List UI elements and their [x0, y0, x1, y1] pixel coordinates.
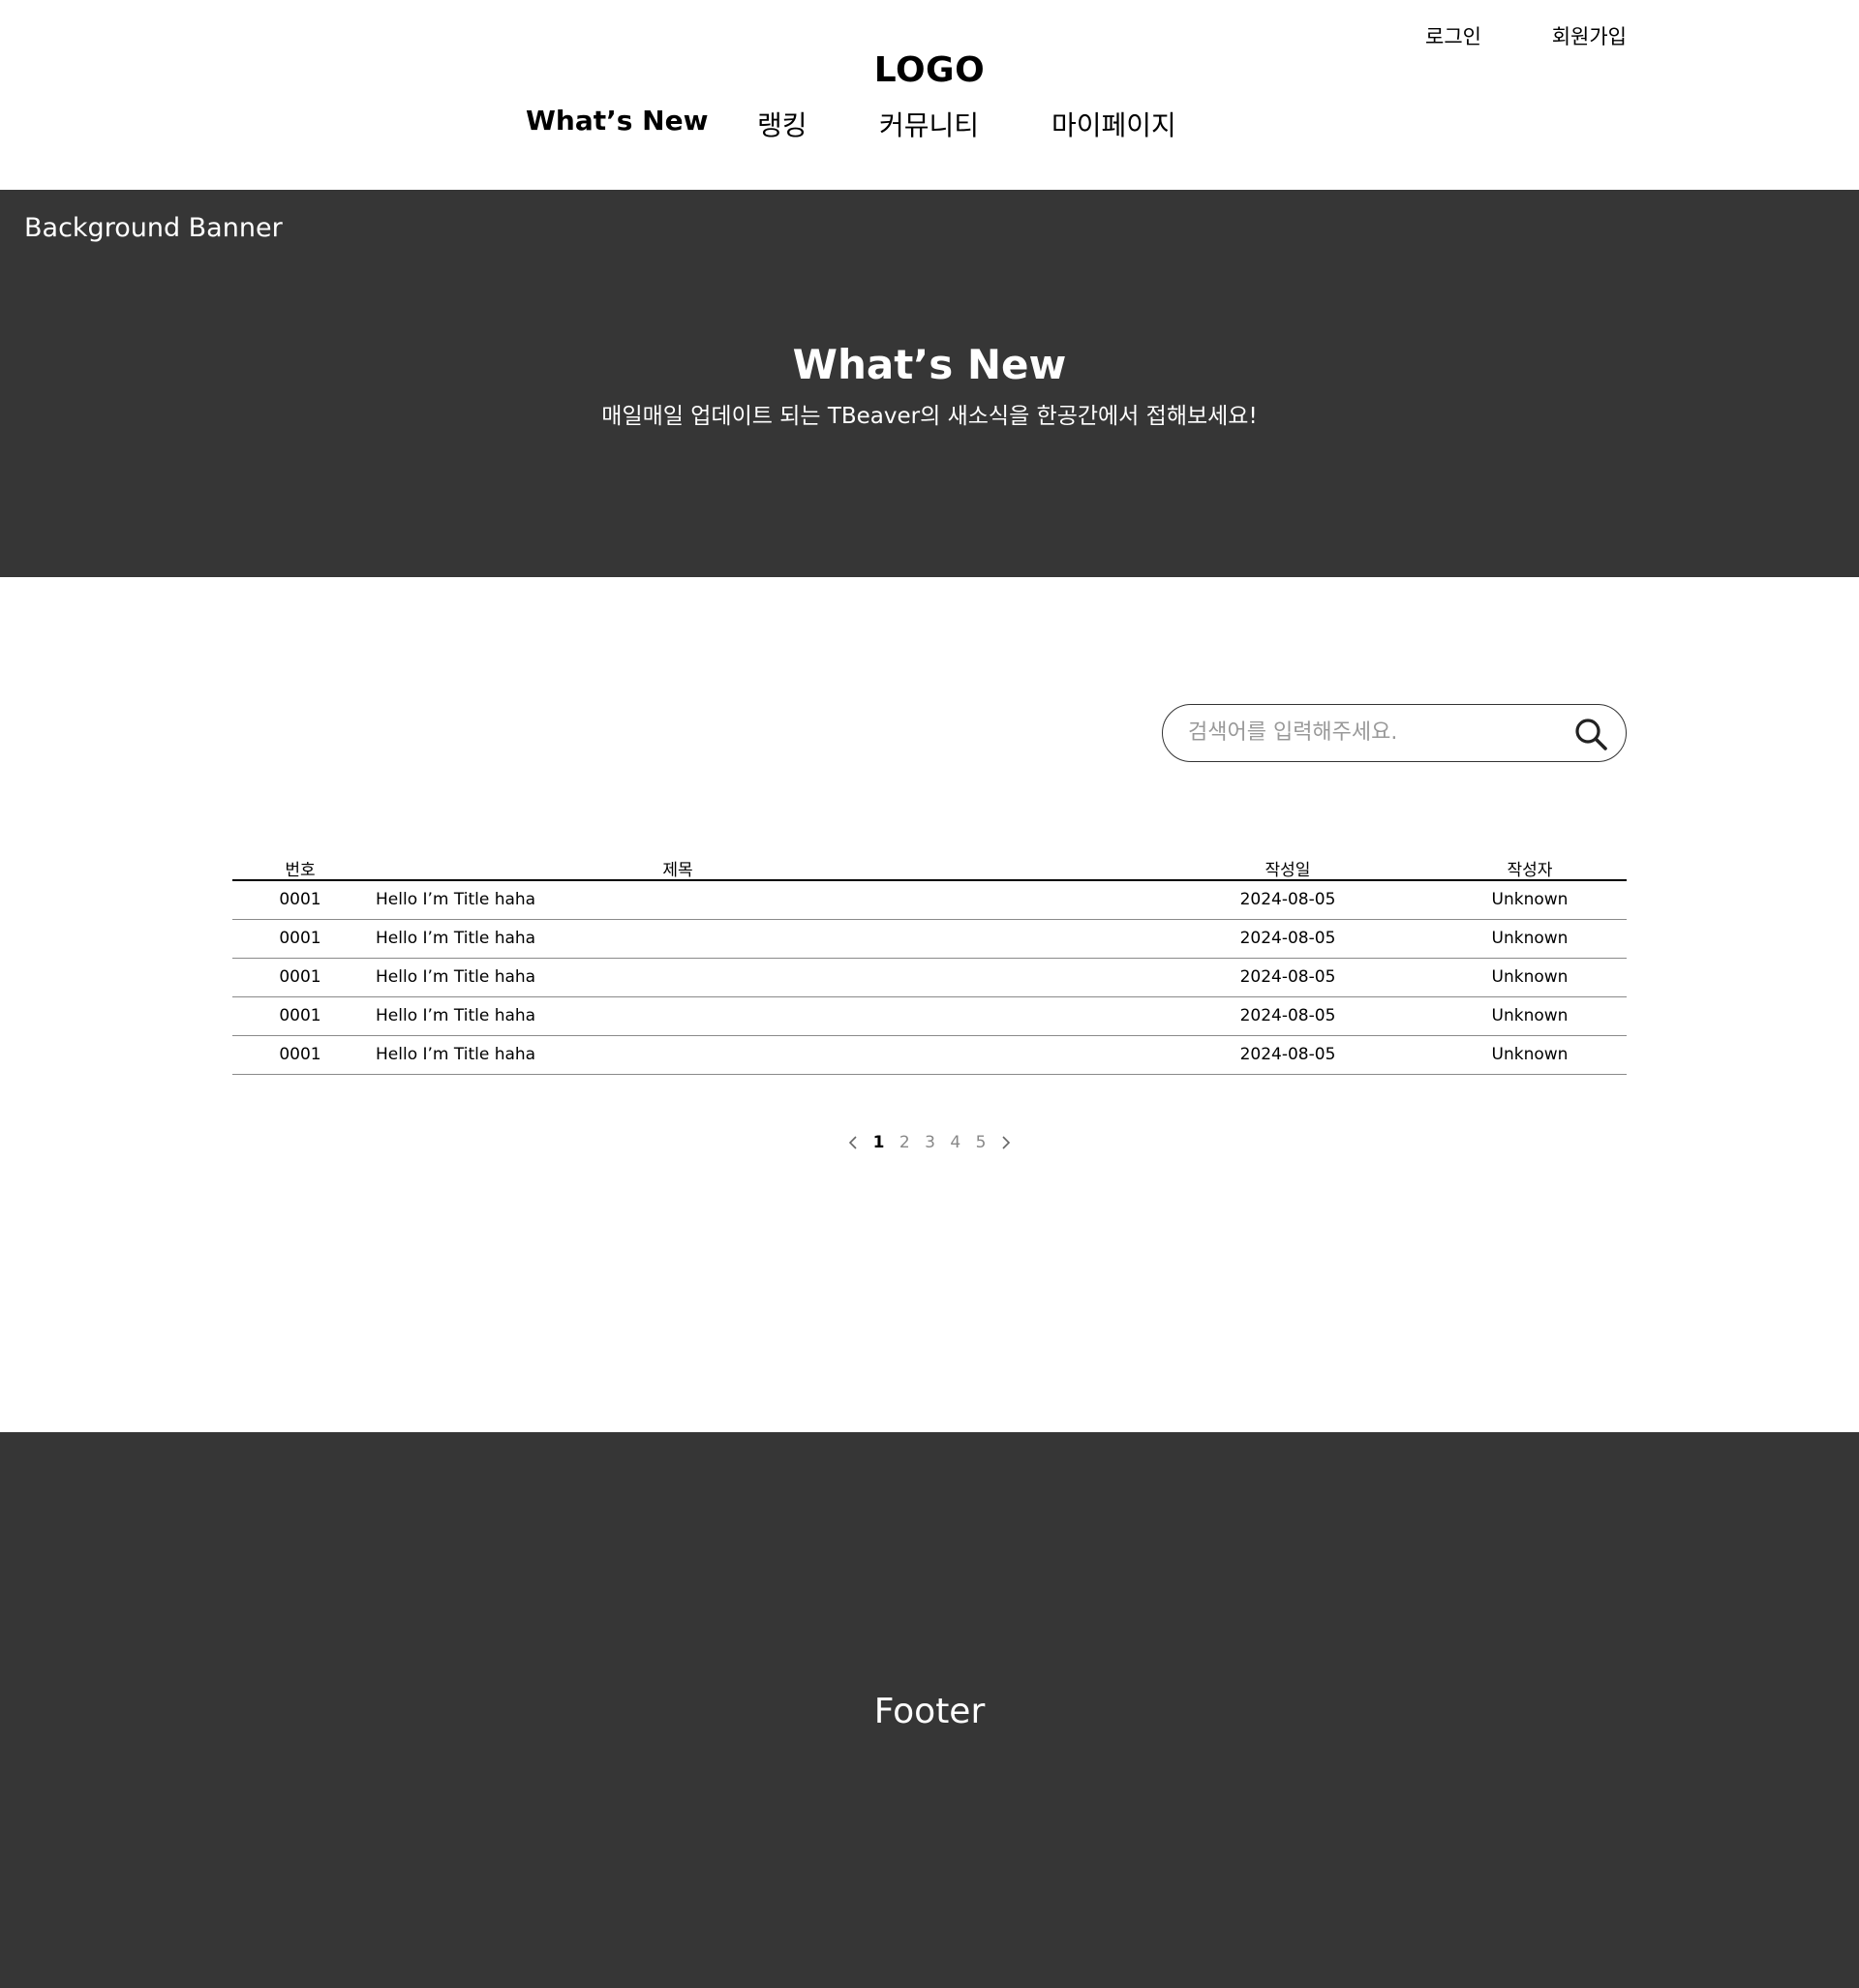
page-link-5[interactable]: 5 [976, 1133, 987, 1152]
row-date: 2024-08-05 [1239, 890, 1336, 909]
row-author: Unknown [1491, 967, 1569, 987]
table-row[interactable]: 0001 Hello I’m Title haha 2024-08-05 Unk… [232, 881, 1627, 920]
row-title[interactable]: Hello I’m Title haha [376, 1045, 535, 1064]
nav-item-ranking[interactable]: 랭킹 [757, 105, 808, 143]
row-author: Unknown [1491, 929, 1569, 948]
banner: Background Banner What’s New 매일매일 업데이트 되… [0, 190, 1859, 577]
banner-label: Background Banner [24, 213, 283, 243]
row-date: 2024-08-05 [1239, 929, 1336, 948]
row-title[interactable]: Hello I’m Title haha [376, 890, 535, 909]
row-author: Unknown [1491, 890, 1569, 909]
row-no: 0001 [279, 890, 321, 909]
row-title[interactable]: Hello I’m Title haha [376, 967, 535, 987]
row-no: 0001 [279, 1045, 321, 1064]
table-row[interactable]: 0001 Hello I’m Title haha 2024-08-05 Unk… [232, 959, 1627, 997]
row-author: Unknown [1491, 1006, 1569, 1025]
row-date: 2024-08-05 [1239, 967, 1336, 987]
next-page-icon[interactable] [1001, 1135, 1011, 1150]
board-table: 번호 제목 작성일 작성자 0001 Hello I’m Title haha … [232, 856, 1627, 1075]
banner-subtitle: 매일매일 업데이트 되는 TBeaver의 새소식을 한공간에서 접해보세요! [601, 404, 1258, 429]
row-no: 0001 [279, 967, 321, 987]
row-author: Unknown [1491, 1045, 1569, 1064]
banner-title: What’s New [792, 341, 1067, 388]
prev-page-icon[interactable] [848, 1135, 858, 1150]
site-footer: Footer [0, 1432, 1859, 1988]
login-link[interactable]: 로그인 [1425, 21, 1481, 50]
search-input[interactable] [1186, 705, 1554, 760]
signup-link[interactable]: 회원가입 [1552, 21, 1627, 50]
column-header-no: 번호 [285, 861, 316, 880]
row-no: 0001 [279, 929, 321, 948]
column-header-date: 작성일 [1265, 861, 1311, 880]
main-nav: What’s New 랭킹 커뮤니티 마이페이지 [0, 105, 1859, 143]
page-link-2[interactable]: 2 [899, 1133, 910, 1152]
page-link-4[interactable]: 4 [950, 1133, 960, 1152]
main-content: 번호 제목 작성일 작성자 0001 Hello I’m Title haha … [0, 577, 1859, 1432]
nav-item-community[interactable]: 커뮤니티 [879, 105, 979, 143]
table-row[interactable]: 0001 Hello I’m Title haha 2024-08-05 Unk… [232, 920, 1627, 959]
column-header-author: 작성자 [1507, 861, 1553, 880]
nav-item-whats-new[interactable]: What’s New [526, 105, 708, 137]
auth-links: 로그인 회원가입 [1423, 21, 1627, 50]
logo[interactable]: LOGO [0, 50, 1859, 90]
site-header: 로그인 회원가입 LOGO What’s New 랭킹 커뮤니티 마이페이지 [0, 0, 1859, 190]
row-title[interactable]: Hello I’m Title haha [376, 929, 535, 948]
row-title[interactable]: Hello I’m Title haha [376, 1006, 535, 1025]
table-row[interactable]: 0001 Hello I’m Title haha 2024-08-05 Unk… [232, 997, 1627, 1036]
row-date: 2024-08-05 [1239, 1045, 1336, 1064]
table-row[interactable]: 0001 Hello I’m Title haha 2024-08-05 Unk… [232, 1036, 1627, 1075]
nav-item-mypage[interactable]: 마이페이지 [1051, 105, 1176, 143]
row-date: 2024-08-05 [1239, 1006, 1336, 1025]
page-link-1[interactable]: 1 [873, 1133, 885, 1152]
search-icon[interactable] [1573, 717, 1608, 751]
footer-label: Footer [873, 1692, 986, 1731]
pagination: 1 2 3 4 5 [0, 1133, 1859, 1152]
column-header-title: 제목 [662, 861, 693, 880]
search-box [1162, 704, 1627, 762]
table-header: 번호 제목 작성일 작성자 [232, 856, 1627, 881]
page-link-3[interactable]: 3 [925, 1133, 935, 1152]
row-no: 0001 [279, 1006, 321, 1025]
